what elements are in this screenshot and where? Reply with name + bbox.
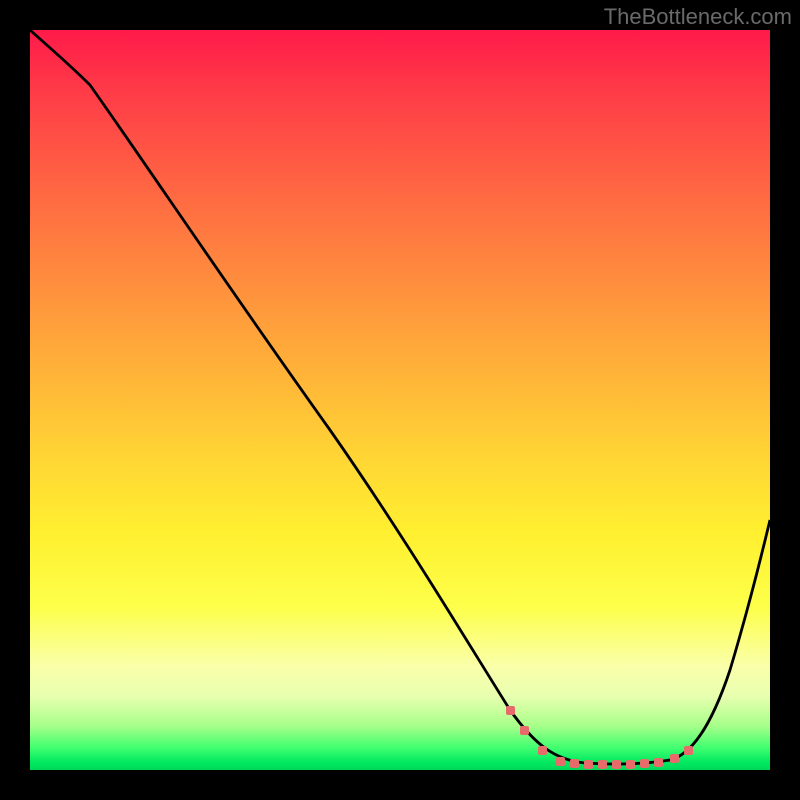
chart-curve-svg [30, 30, 770, 770]
plot-area [30, 30, 770, 770]
watermark-text: TheBottleneck.com [604, 4, 792, 30]
chart-frame: TheBottleneck.com [0, 0, 800, 800]
bottleneck-curve [30, 30, 770, 764]
